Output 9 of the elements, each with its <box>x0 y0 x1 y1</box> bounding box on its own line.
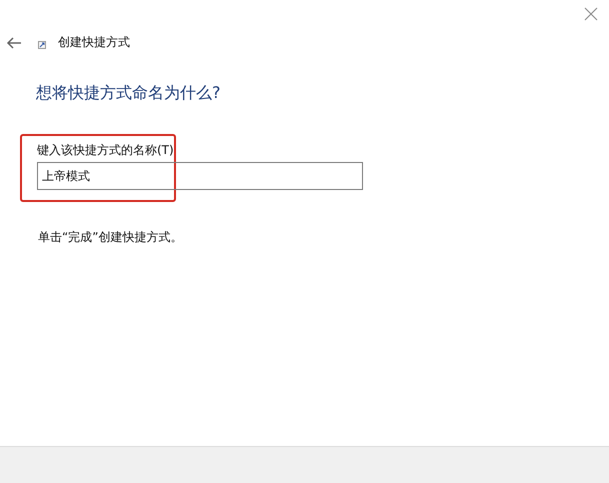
field-label: 键入该快捷方式的名称(T) <box>37 142 175 159</box>
window-title: 创建快捷方式 <box>58 34 130 51</box>
page-heading: 想将快捷方式命名为什么? <box>36 83 222 104</box>
shortcut-icon <box>38 40 46 48</box>
back-button[interactable] <box>6 34 22 50</box>
name-input-field[interactable]: 上帝模式 <box>37 162 363 190</box>
instruction-text: 单击“完成”创建快捷方式。 <box>38 229 184 246</box>
back-arrow-icon <box>6 34 22 50</box>
close-icon <box>584 7 598 21</box>
